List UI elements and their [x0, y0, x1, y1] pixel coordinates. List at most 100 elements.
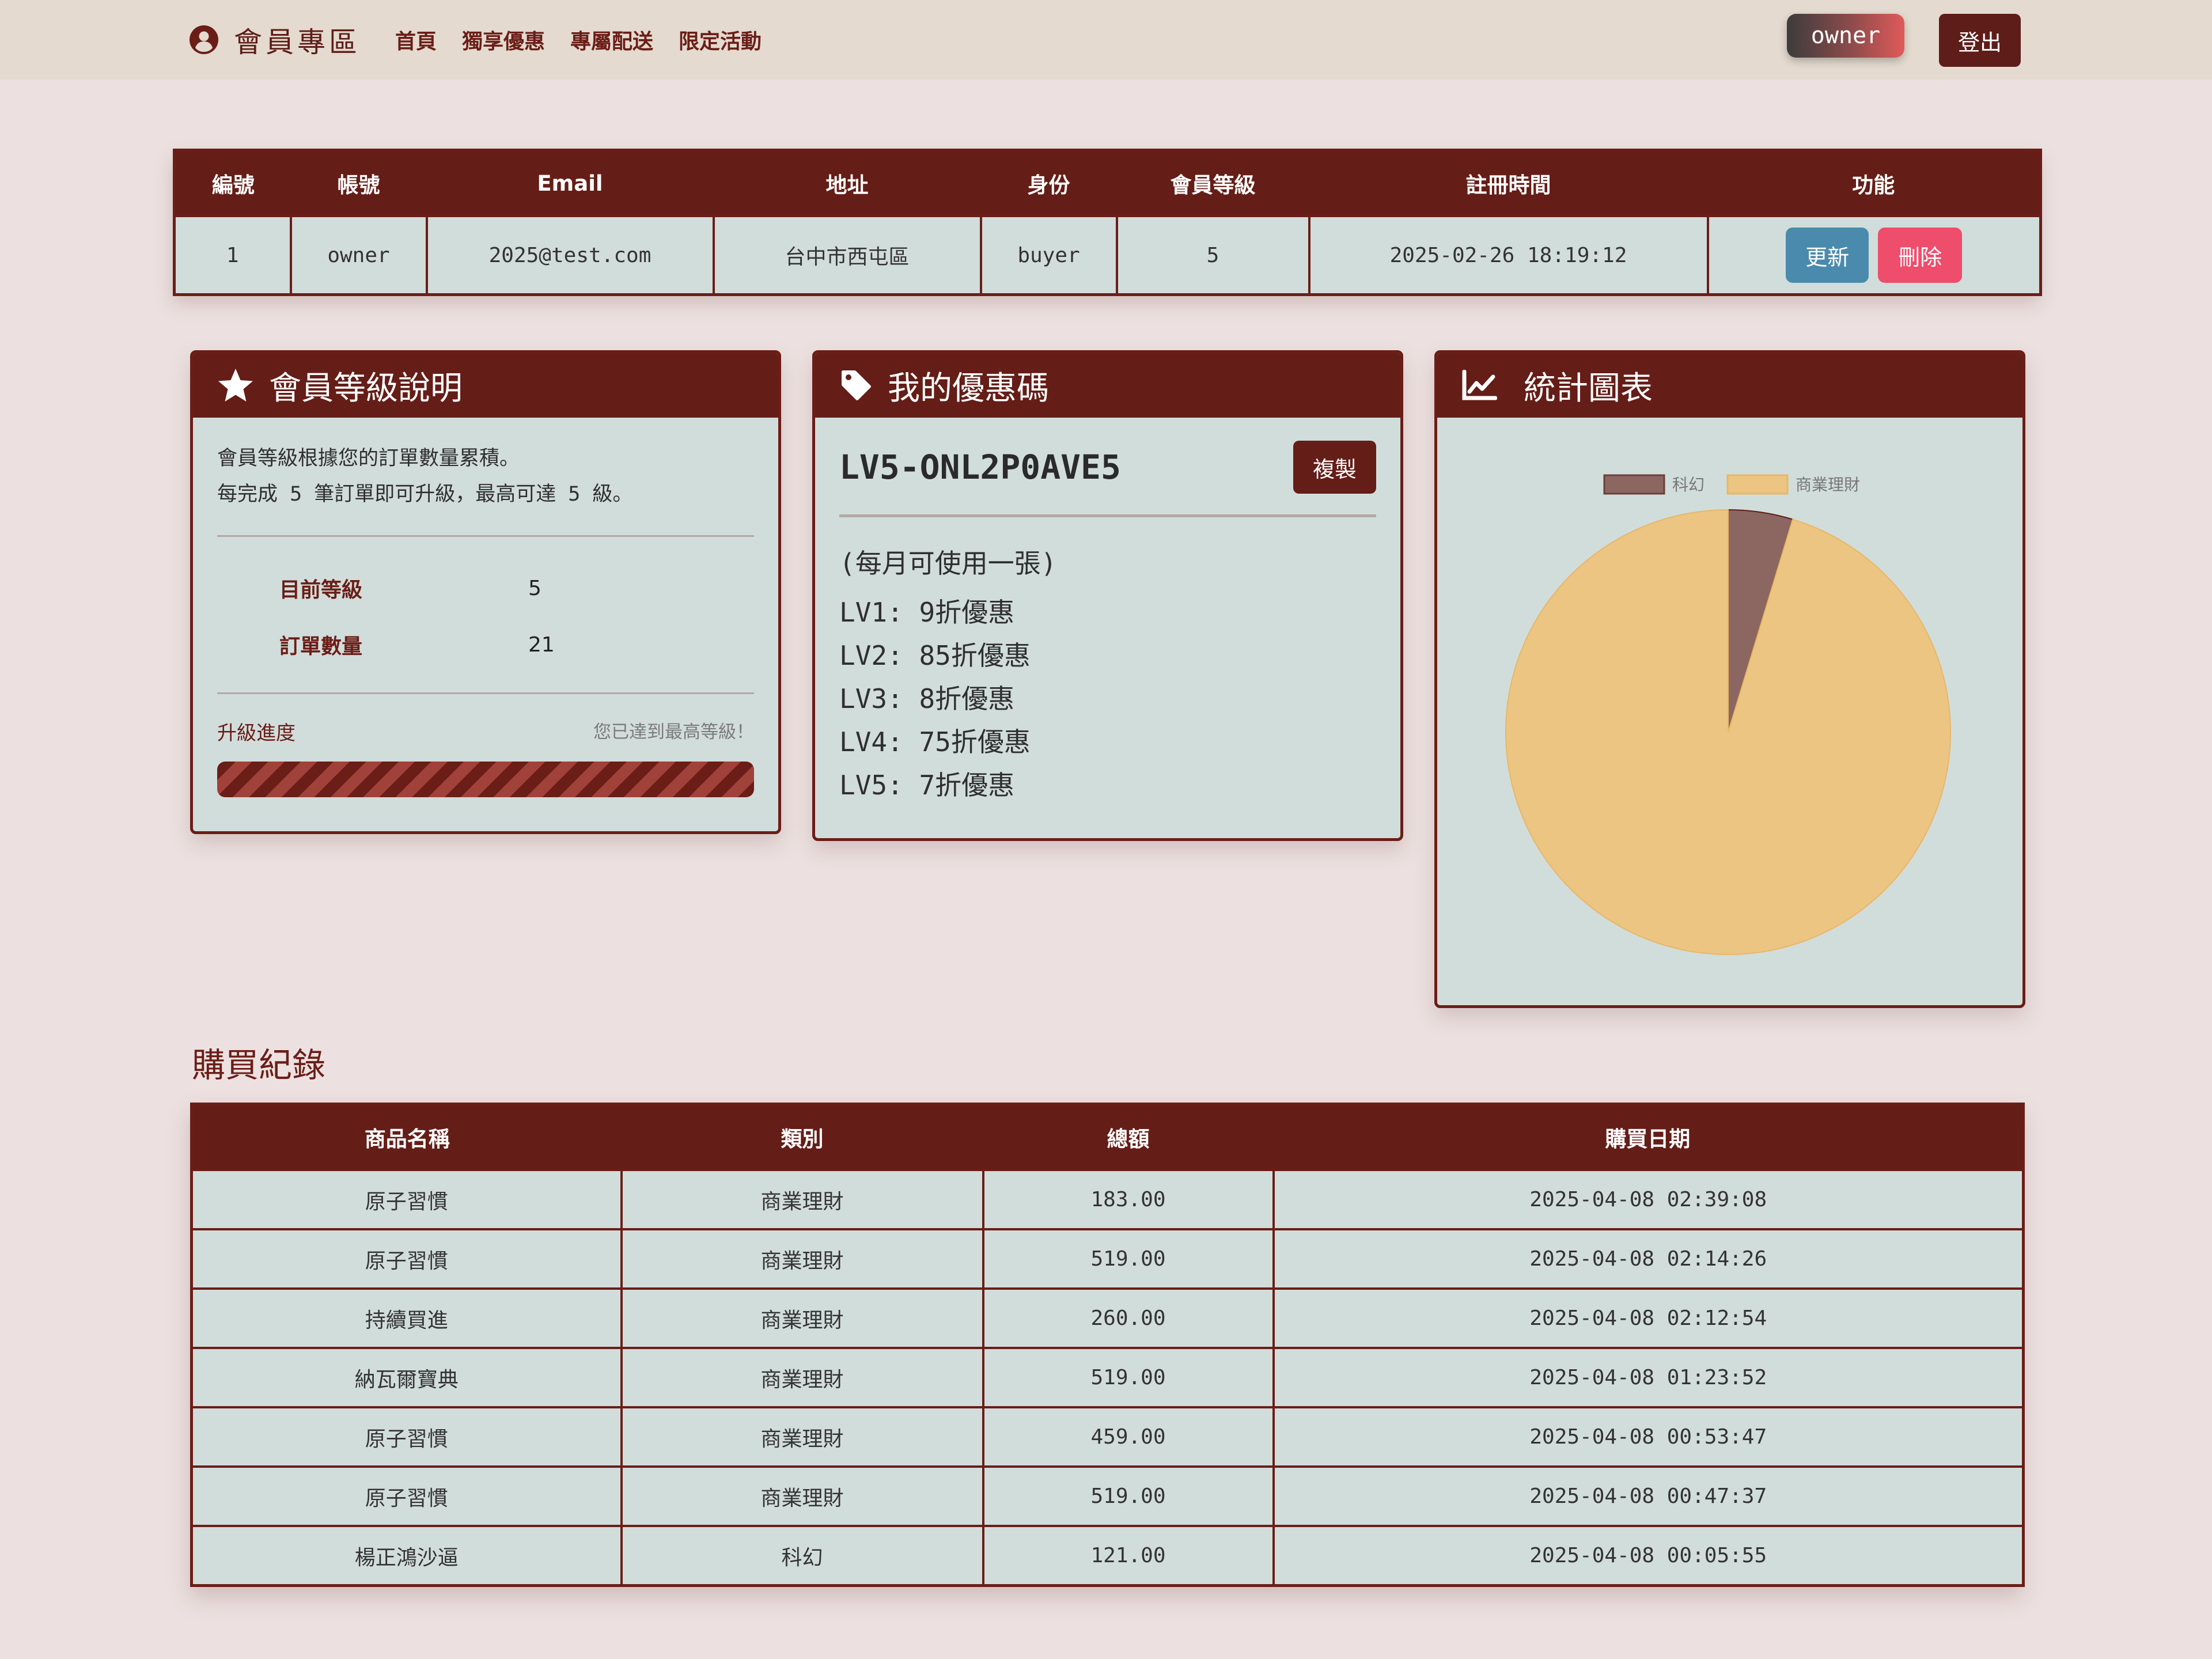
nav-link-exclusive-offers[interactable]: 獨享優惠	[462, 25, 545, 55]
card-header: 統計圖表	[1437, 353, 2022, 418]
column-header: Email	[426, 150, 714, 216]
table-header-row: 編號 帳號 Email 地址 身份 會員等級 註冊時間 功能	[174, 150, 2041, 216]
user-actions-cell: 更新 刪除	[1706, 215, 2042, 296]
date-cell: 2025-04-08 01:23:52	[1272, 1347, 2025, 1408]
amount-cell: 183.00	[982, 1169, 1275, 1230]
discount-level-item: LV2: 85折優惠	[839, 640, 1031, 671]
column-header: 總額	[983, 1104, 1274, 1170]
brand-title: 會員專區	[234, 25, 361, 59]
statistics-chart-card: 統計圖表 科幻 商業理財	[1434, 350, 2025, 1008]
amount-cell: 121.00	[982, 1525, 1275, 1587]
legend-label: 科幻	[1672, 475, 1705, 494]
product-name-cell: 原子習慣	[190, 1465, 623, 1527]
order-count-row: 訂單數量 21	[217, 616, 754, 673]
user-badge[interactable]: owner	[1787, 14, 1904, 58]
legend-swatch[interactable]	[1603, 474, 1665, 495]
discount-level-item: LV1: 9折優惠	[839, 597, 1015, 628]
discount-level-item: LV3: 8折優惠	[839, 683, 1015, 714]
card-title: 我的優惠碼	[888, 369, 1049, 407]
discount-level-item: LV4: 75折優惠	[839, 726, 1031, 757]
coupon-card: 我的優惠碼 LV5-ONL2P0AVE5 複製 (每月可使用一張) LV1: 9…	[812, 350, 1403, 841]
user-account-cell: owner	[289, 215, 428, 296]
table-row: 納瓦爾寶典 商業理財 519.00 2025-04-08 01:23:52	[190, 1347, 2025, 1408]
column-header: 商品名稱	[191, 1104, 622, 1170]
divider	[839, 514, 1376, 517]
description-line: 會員等級根據您的訂單數量累積。	[217, 447, 520, 470]
update-button[interactable]: 更新	[1786, 228, 1869, 283]
logout-button[interactable]: 登出	[1939, 14, 2021, 67]
tag-icon	[842, 370, 871, 400]
product-name-cell: 原子習慣	[190, 1406, 623, 1468]
current-level-value: 5	[528, 576, 541, 600]
coupon-code: LV5-ONL2P0AVE5	[839, 448, 1121, 487]
product-name-cell: 原子習慣	[190, 1228, 623, 1290]
date-cell: 2025-04-08 00:53:47	[1272, 1406, 2025, 1468]
nav-link-delivery[interactable]: 專屬配送	[570, 25, 653, 55]
date-cell: 2025-04-08 02:14:26	[1272, 1228, 2025, 1290]
category-cell: 商業理財	[620, 1228, 984, 1290]
column-header: 註冊時間	[1309, 150, 1708, 216]
amount-cell: 519.00	[982, 1347, 1275, 1408]
delete-button[interactable]: 刪除	[1878, 228, 1963, 283]
user-info-table: 編號 帳號 Email 地址 身份 會員等級 註冊時間 功能 1 owner 2…	[173, 149, 2042, 296]
order-count-label: 訂單數量	[279, 635, 363, 658]
table-row: 1 owner 2025@test.com 台中市西屯區 buyer 5 202…	[173, 215, 2042, 296]
card-title: 統計圖表	[1524, 369, 1653, 407]
table-row: 持續買進 商業理財 260.00 2025-04-08 02:12:54	[190, 1287, 2025, 1349]
upgrade-progress-bar	[217, 762, 754, 797]
column-header: 帳號	[290, 150, 427, 216]
column-header: 編號	[174, 150, 291, 216]
purchase-history-title: 購買紀錄	[192, 1046, 326, 1085]
column-header: 會員等級	[1116, 150, 1309, 216]
table-row: 原子習慣 商業理財 519.00 2025-04-08 02:14:26	[190, 1228, 2025, 1290]
copy-button[interactable]: 複製	[1293, 441, 1376, 494]
category-cell: 商業理財	[620, 1406, 984, 1468]
nav-links: 首頁 獨享優惠 專屬配送 限定活動	[395, 22, 762, 58]
pie-chart: 科幻 商業理財	[1505, 474, 1951, 955]
category-cell: 商業理財	[620, 1465, 984, 1527]
nav-link-events[interactable]: 限定活動	[679, 25, 762, 55]
discount-level-item: LV5: 7折優惠	[839, 770, 1015, 801]
amount-cell: 519.00	[982, 1465, 1275, 1527]
order-count-value: 21	[528, 632, 555, 657]
table-header-row: 商品名稱 類別 總額 購買日期	[191, 1104, 2024, 1170]
divider	[217, 535, 754, 537]
product-name-cell: 持續買進	[190, 1287, 623, 1349]
amount-cell: 459.00	[982, 1406, 1275, 1468]
line-chart-icon	[1462, 370, 1497, 400]
user-info-table-container: 編號 帳號 Email 地址 身份 會員等級 註冊時間 功能 1 owner 2…	[173, 149, 2042, 296]
date-cell: 2025-04-08 02:39:08	[1272, 1169, 2025, 1230]
legend-swatch[interactable]	[1726, 474, 1789, 495]
card-header: 會員等級說明	[193, 353, 778, 418]
card-header: 我的優惠碼	[815, 353, 1400, 418]
description-line: 每完成 5 筆訂單即可升級，最高可達 5 級。	[217, 483, 633, 506]
card-title: 會員等級說明	[269, 369, 463, 407]
column-header: 類別	[621, 1104, 983, 1170]
date-cell: 2025-04-08 02:12:54	[1272, 1287, 2025, 1349]
brand[interactable]: 會員專區	[189, 22, 361, 59]
product-name-cell: 楊正鴻沙逼	[190, 1525, 623, 1587]
amount-cell: 519.00	[982, 1228, 1275, 1290]
table-row: 原子習慣 商業理財 183.00 2025-04-08 02:39:08	[190, 1169, 2025, 1230]
user-email-cell: 2025@test.com	[425, 215, 715, 296]
amount-cell: 260.00	[982, 1287, 1275, 1349]
category-cell: 商業理財	[620, 1347, 984, 1408]
star-icon	[218, 369, 253, 402]
legend-label: 商業理財	[1796, 475, 1860, 494]
user-registered-cell: 2025-02-26 18:19:12	[1308, 215, 1709, 296]
purchase-table-container: 商品名稱 類別 總額 購買日期 原子習慣 商業理財 183.00 2025-04…	[190, 1103, 2025, 1587]
progress-note: 您已達到最高等級！	[593, 722, 754, 743]
category-cell: 商業理財	[620, 1287, 984, 1349]
nav-link-home[interactable]: 首頁	[395, 25, 437, 55]
pie-slice[interactable]	[1505, 509, 1951, 955]
column-header: 身份	[980, 150, 1117, 216]
current-level-label: 目前等級	[279, 578, 363, 602]
column-header: 功能	[1707, 150, 2041, 216]
coupon-usage-note: (每月可使用一張)	[839, 548, 1057, 579]
date-cell: 2025-04-08 00:47:37	[1272, 1465, 2025, 1527]
category-cell: 商業理財	[620, 1169, 984, 1230]
user-id-cell: 1	[173, 215, 292, 296]
table-row: 原子習慣 商業理財 459.00 2025-04-08 00:53:47	[190, 1406, 2025, 1468]
user-level-cell: 5	[1115, 215, 1310, 296]
user-address-cell: 台中市西屯區	[712, 215, 982, 296]
